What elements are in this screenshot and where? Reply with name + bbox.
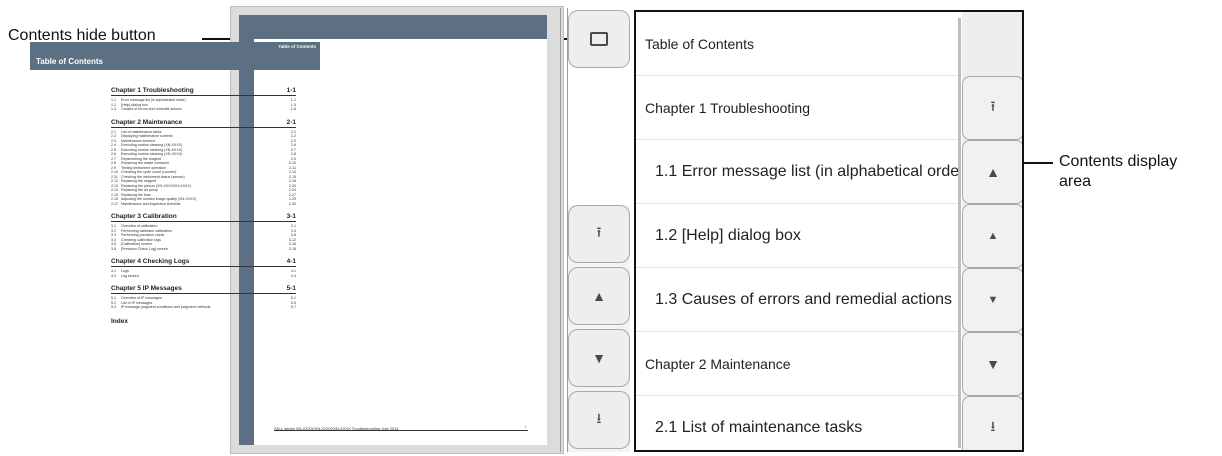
contents-item[interactable]: 2.1 List of maintenance tasks [636, 396, 960, 450]
document-chapter-title: Chapter 5 IP Messages [111, 285, 182, 292]
document-page-body [239, 39, 547, 445]
document-header-title: Table of Contents [36, 57, 103, 66]
up-arrow-icon: ▲ [592, 288, 606, 304]
document-scrollbar[interactable] [560, 8, 568, 452]
last-page-button[interactable]: ⭳ [568, 391, 630, 449]
contents-display-area: Table of Contents Chapter 1 Troubleshoot… [634, 10, 1024, 452]
document-chapter-title: Chapter 3 Calibration [111, 213, 177, 220]
callout-display-area-line1: Contents display [1059, 153, 1178, 170]
document-index-heading: Index [111, 317, 128, 325]
document-toc-entry-num: 2.17 [111, 201, 118, 206]
document-toc: Chapter 1 Troubleshooting 1-1 1.1 Error mes… [111, 80, 296, 325]
document-toc-entry: 1.3 Causes of errors and remedial actions… [111, 107, 296, 112]
contents-item[interactable]: 1.3 Causes of errors and remedial action… [636, 268, 960, 332]
document-chapter-title: Chapter 1 Troubleshooting [111, 87, 194, 94]
document-toc-entry: 2.17 Maintenance and inspection checklist… [111, 202, 296, 207]
up-arrow-icon: ▲ [986, 164, 1000, 180]
document-toc-entry: 4.2 Log screen 4-4 [111, 274, 296, 279]
document-toc-entry-text: Log screen [121, 273, 139, 278]
document-chapter-title: Chapter 2 Maintenance [111, 118, 183, 126]
contents-page-down-button[interactable]: ▼ [962, 332, 1022, 396]
next-page-button[interactable]: ▼ [568, 329, 630, 387]
contents-up-button[interactable]: ▲ [962, 204, 1022, 268]
contents-item[interactable]: 1.1 Error message list (in alphabetical … [636, 140, 960, 204]
double-down-arrow-icon: ⭳ [596, 410, 602, 426]
document-chapter-heading: Chapter 1 Troubleshooting 1-1 [111, 87, 296, 96]
document-chapter-page: 3-1 [286, 213, 296, 220]
document-toc-entry-page: 4-4 [290, 273, 296, 278]
down-arrow-icon: ▼ [986, 356, 1000, 372]
document-toc-entry-num: 1.3 [111, 107, 116, 111]
document-footer-line [274, 430, 528, 431]
contents-down-button[interactable]: ▼ [962, 268, 1022, 332]
document-chapter-title: Chapter 4 Checking Logs [111, 258, 190, 265]
document-chapter-heading: Chapter 3 Calibration 3-1 [111, 213, 296, 222]
document-toc-entry-page: 1-6 [290, 107, 296, 111]
contents-scrollbar[interactable] [958, 18, 961, 448]
document-toc-entry-page: 2-30 [288, 201, 296, 206]
contents-item[interactable]: Chapter 1 Troubleshooting [636, 76, 960, 140]
document-chapter-page: 4-1 [286, 258, 296, 265]
document-toc-entry-page: 5-7 [290, 305, 296, 309]
document-header-small: Table of Contents [278, 44, 316, 49]
document-chapter-heading: Chapter 2 Maintenance 2-1 [111, 119, 296, 128]
contents-item[interactable]: Table of Contents [636, 12, 960, 76]
contents-page-up-button[interactable]: ▲ [962, 140, 1022, 204]
double-up-arrow-icon: ⭱ [596, 224, 602, 240]
contents-hide-button[interactable] [568, 10, 630, 68]
document-chapter-page: 5-1 [286, 285, 296, 292]
double-down-arrow-icon: ⭳ [990, 418, 996, 434]
document-chapter-page: 1-1 [286, 87, 296, 94]
contents-bottom-button[interactable]: ⭳ [962, 396, 1022, 450]
document-footer-page: i [525, 424, 526, 429]
down-arrow-small-icon: ▼ [987, 294, 999, 306]
document-toc-entry-num: 3.6 [111, 246, 116, 251]
document-toc-entry-text: Causes of errors and remedial actions [121, 107, 182, 111]
down-arrow-icon: ▼ [592, 350, 606, 366]
document-toc-entry-page: 3-18 [288, 246, 296, 251]
callout-display-area-label: Contents display area [1059, 152, 1177, 192]
window-icon [590, 32, 608, 46]
document-chapter-heading: Chapter 4 Checking Logs 4-1 [111, 258, 296, 267]
document-chapter-heading: Chapter 5 IP Messages 5-1 [111, 285, 296, 294]
double-up-arrow-icon: ⭱ [990, 98, 996, 114]
document-toc-entry: 3.6 [Precision Check Log] screen 3-18 [111, 247, 296, 252]
document-toc-entry: 5.3 IP message judgment conditions and ju… [111, 305, 296, 310]
document-chapter-page: 2-1 [286, 118, 296, 126]
document-toc-entry-text: IP message judgment conditions and judgm… [121, 305, 211, 309]
document-toc-entry-text: [Precision Check Log] screen [121, 246, 168, 251]
contents-item[interactable]: 1.2 [Help] dialog box [636, 204, 960, 268]
contents-item[interactable]: Chapter 2 Maintenance [636, 332, 960, 396]
up-arrow-small-icon: ▲ [987, 230, 999, 242]
contents-top-button[interactable]: ⭱ [962, 76, 1022, 140]
first-page-button[interactable]: ⭱ [568, 205, 630, 263]
prev-page-button[interactable]: ▲ [568, 267, 630, 325]
document-toc-entry-num: 4.2 [111, 273, 116, 278]
document-toc-entry-num: 5.3 [111, 305, 116, 309]
callout-display-area-line2: area [1059, 173, 1092, 190]
document-toc-entry-text: Maintenance and inspection checklist [121, 201, 181, 206]
document-header: Table of Contents Table of Contents [30, 42, 320, 70]
